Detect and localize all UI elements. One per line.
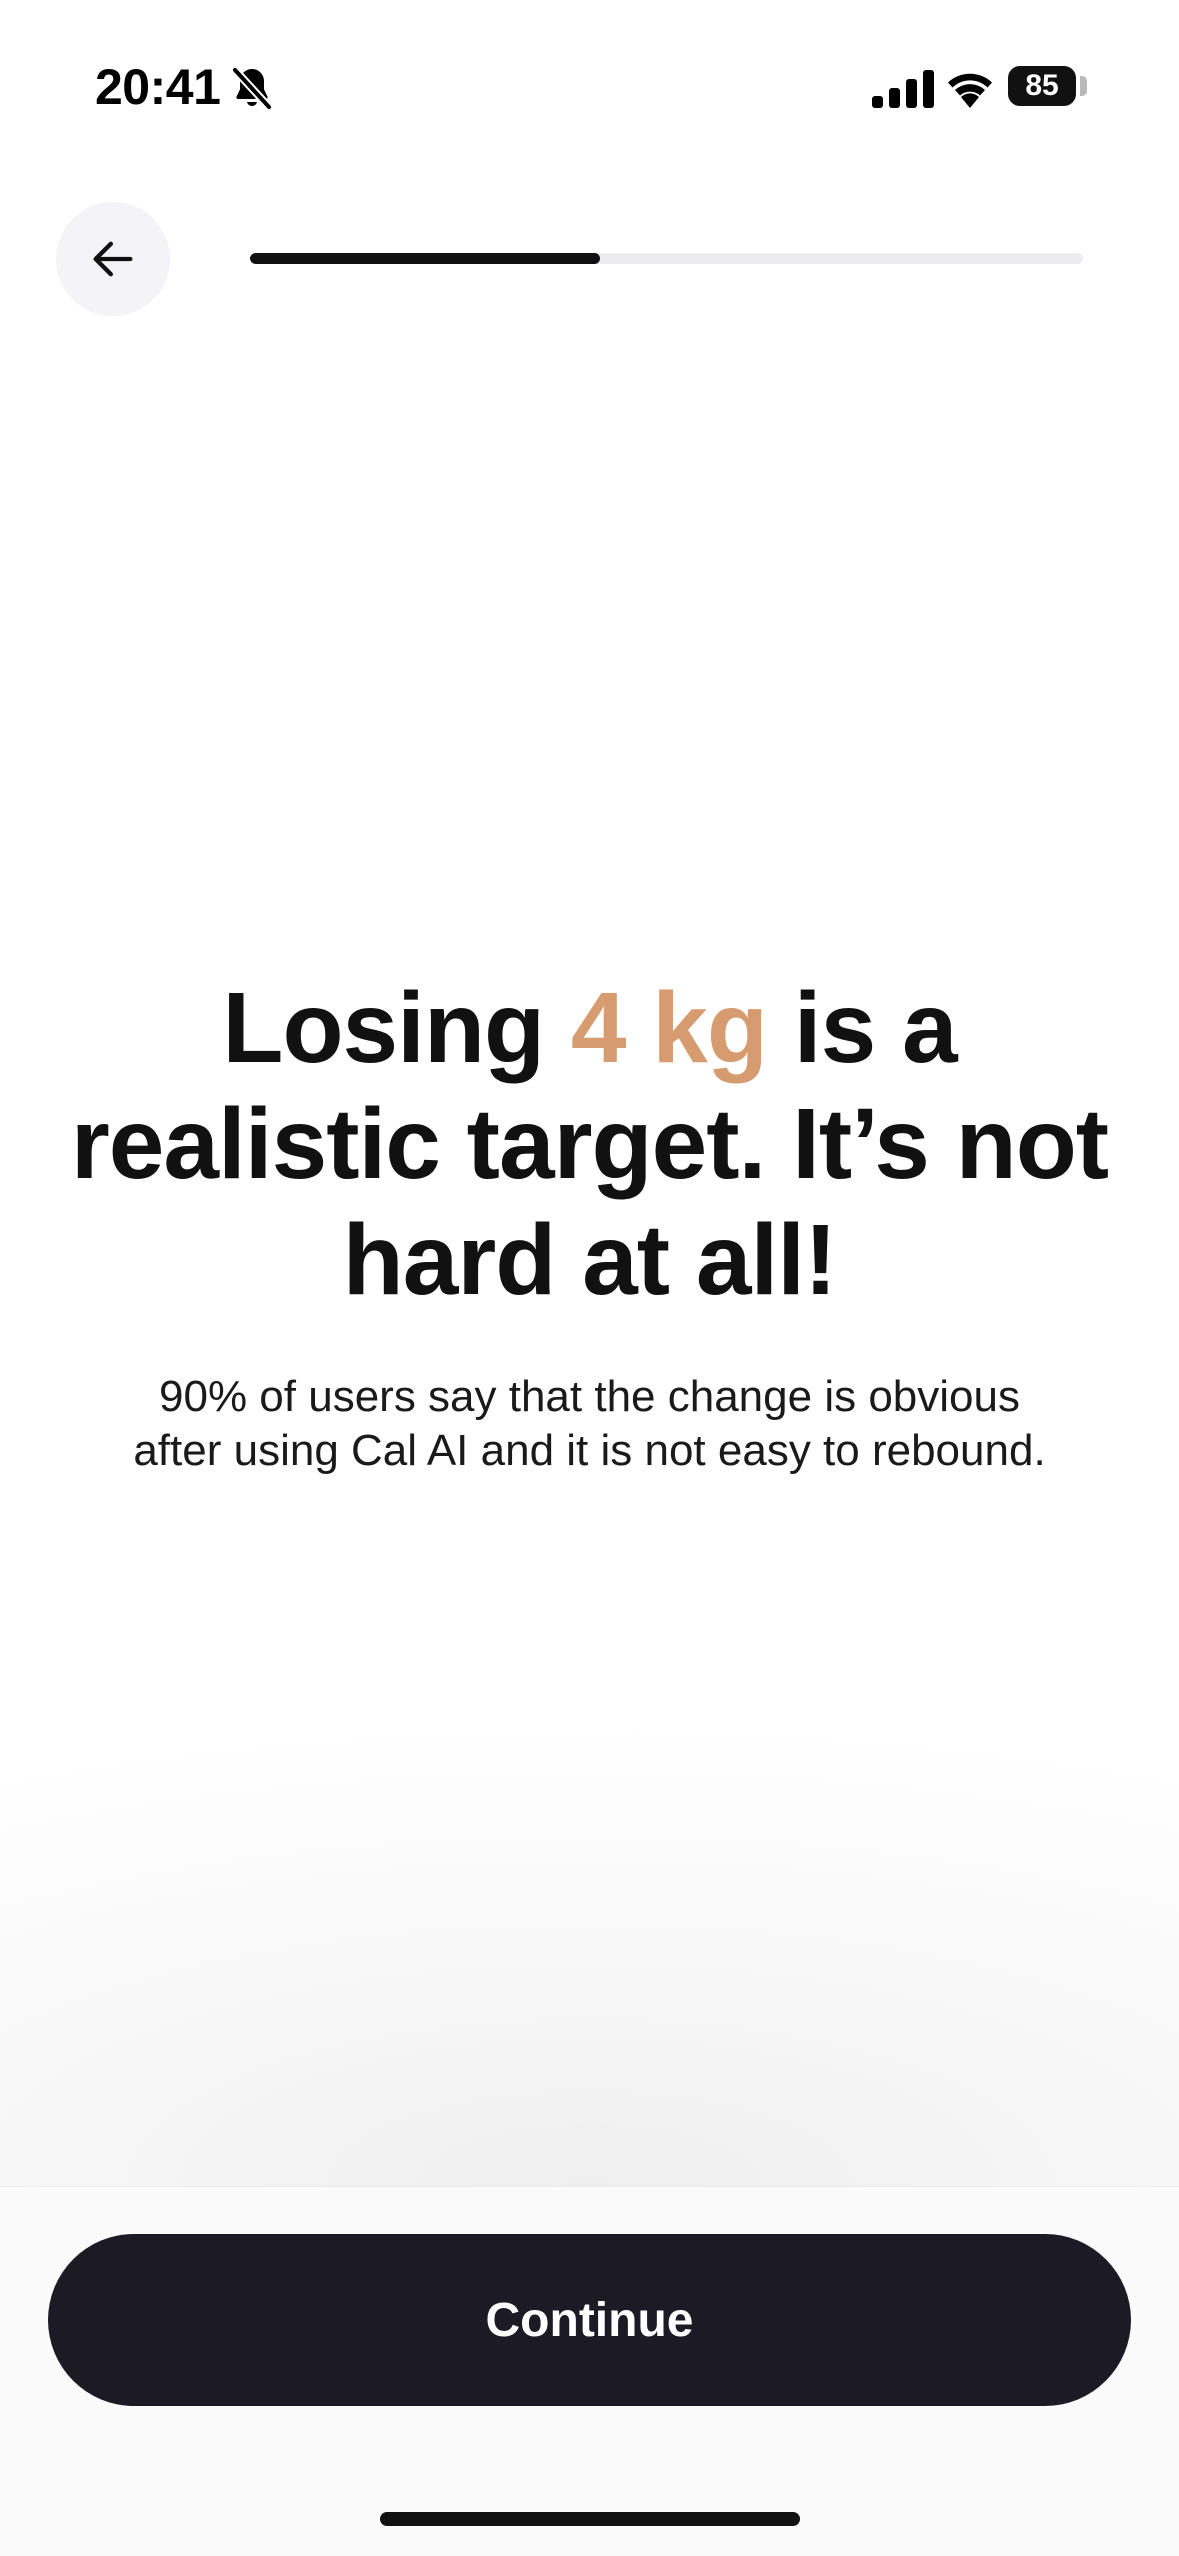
- status-time: 20:41: [95, 59, 221, 115]
- progress-fill: [250, 253, 600, 264]
- continue-button[interactable]: Continue: [48, 2234, 1131, 2406]
- arrow-left-icon: [93, 241, 133, 277]
- weight-goal-highlight: 4 kg: [570, 972, 768, 1084]
- cellular-signal-icon: [872, 70, 934, 108]
- battery-icon: 85: [1008, 66, 1076, 106]
- headline: Losing 4 kg is a realistic target. It’s …: [70, 970, 1109, 1318]
- status-bar: 20:41 85: [0, 0, 1179, 170]
- home-indicator[interactable]: [380, 2512, 800, 2526]
- supporting-text: 90% of users say that the change is obvi…: [133, 1372, 1046, 1475]
- wifi-icon: [948, 73, 992, 108]
- battery-cap: [1080, 76, 1087, 96]
- back-button[interactable]: [56, 202, 170, 316]
- headline-lead: Losing: [222, 972, 571, 1084]
- bell-slash-icon: [231, 66, 273, 111]
- bottom-gradient: [0, 1720, 1179, 2186]
- onboarding-progress-bar: [250, 253, 1083, 264]
- onboarding-screen: 20:41 85 Losing 4 kg is a realistic targ…: [0, 0, 1179, 2556]
